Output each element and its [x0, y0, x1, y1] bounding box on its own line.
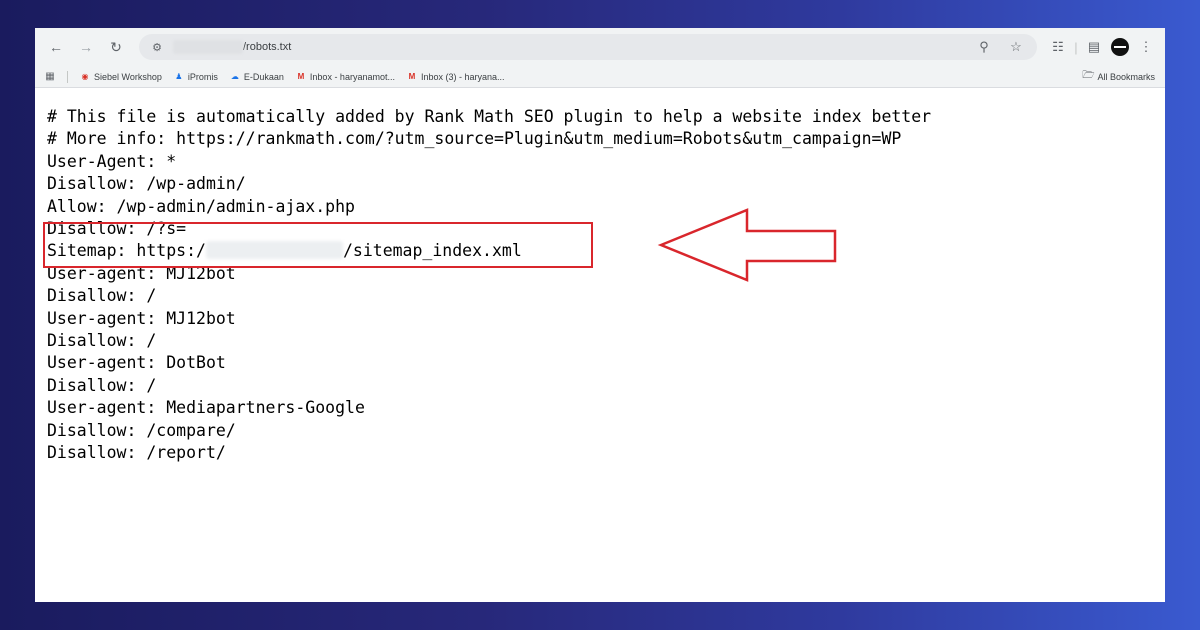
menu-icon[interactable]: ⋮ [1135, 36, 1157, 58]
back-icon[interactable]: ← [43, 34, 69, 60]
text-line: Allow: /wp-admin/admin-ajax.php [47, 196, 355, 216]
all-bookmarks[interactable]: 🗁 All Bookmarks [1082, 70, 1155, 82]
text-line: User-agent: MJ12bot [47, 308, 236, 328]
gmail-icon: M [408, 72, 416, 81]
robots-txt-content: # This file is automatically added by Ra… [35, 88, 1165, 465]
address-bar[interactable]: ⚙ /robots.txt ⚲ ☆ [139, 34, 1037, 60]
bookmark-item[interactable]: ◉ Siebel Workshop [80, 72, 162, 82]
bookmark-item[interactable]: M Inbox - haryanamot... [296, 72, 395, 82]
divider: | [1074, 39, 1078, 55]
text-line: Disallow: /report/ [47, 443, 226, 463]
tab-search-icon[interactable]: ▤ [1083, 36, 1105, 58]
text-line: User-agent: Mediapartners-Google [47, 398, 365, 418]
text-line: Disallow: / [47, 375, 157, 395]
text-line: # More info: https://rankmath.com/?utm_s… [47, 129, 902, 149]
gmail-icon: M [297, 72, 305, 81]
avatar[interactable] [1109, 36, 1131, 58]
site-settings-icon[interactable]: ⚙ [149, 39, 165, 55]
bookmark-item[interactable]: M Inbox (3) - haryana... [407, 72, 505, 82]
bookmark-item[interactable]: ☁ E-Dukaan [230, 72, 284, 82]
url-path: /robots.txt [243, 41, 292, 53]
cloud-icon: ☁ [230, 72, 239, 81]
divider [67, 70, 68, 83]
blurred-domain [173, 40, 243, 54]
text-line: User-Agent: * [47, 151, 177, 171]
browser-toolbar: ← → ↻ ⚙ /robots.txt ⚲ ☆ ☷ | ▤ ⋮ [35, 28, 1165, 66]
reload-icon[interactable]: ↻ [103, 34, 129, 60]
zoom-icon[interactable]: ⚲ [973, 36, 995, 58]
highlight-box [43, 222, 593, 268]
text-line: Disallow: /compare/ [47, 420, 236, 440]
text-line: Disallow: / [47, 286, 157, 306]
apps-grid-icon[interactable]: ▦ [45, 71, 55, 82]
forward-icon[interactable]: → [73, 34, 99, 60]
text-line: # This file is automatically added by Ra… [47, 107, 932, 126]
text-line: Disallow: / [47, 331, 157, 351]
extensions-icon[interactable]: ☷ [1047, 36, 1069, 58]
bookmarks-bar: ▦ ◉ Siebel Workshop ♟ iPromis ☁ E-Dukaan… [35, 66, 1165, 88]
folder-icon: 🗁 [1082, 70, 1095, 81]
people-icon: ♟ [175, 72, 183, 81]
globe-icon: ◉ [81, 72, 89, 81]
bookmark-star-icon[interactable]: ☆ [1005, 36, 1027, 58]
browser-window: ← → ↻ ⚙ /robots.txt ⚲ ☆ ☷ | ▤ ⋮ ▦ ◉ Sieb… [35, 28, 1165, 602]
bookmark-item[interactable]: ♟ iPromis [174, 72, 218, 82]
text-line: User-agent: DotBot [47, 353, 226, 373]
left-arrow-icon [657, 208, 837, 282]
text-line: Disallow: /wp-admin/ [47, 174, 246, 194]
